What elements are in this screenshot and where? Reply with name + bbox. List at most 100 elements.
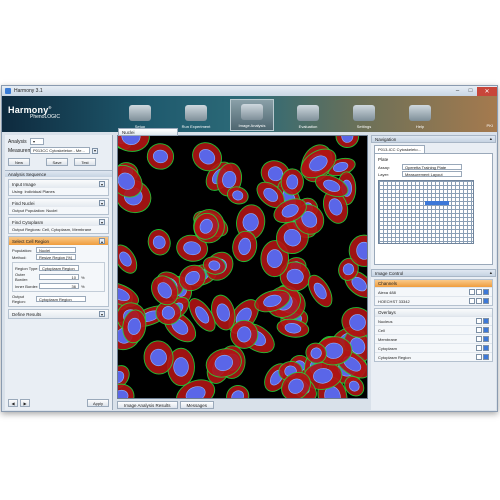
inner-border-unit: %: [81, 283, 85, 289]
chevron-down-icon[interactable]: ▾: [99, 219, 105, 225]
find-cytoplasm-block[interactable]: Find Cytoplasm ▾ Output Regions: Cell, Cy…: [8, 217, 109, 234]
input-image-using: Using: Individual Planes: [12, 189, 55, 194]
brand-product: PhenoLOGIC: [30, 114, 61, 120]
run-experiment-icon: [185, 105, 207, 121]
nav-run-experiment[interactable]: Run Experiment: [174, 99, 218, 131]
chevron-down-icon[interactable]: ▾: [92, 147, 98, 154]
color-swatch-icon[interactable]: [483, 327, 489, 333]
nav-setup[interactable]: Setup: [118, 99, 162, 131]
nav-label: Evaluation: [298, 124, 318, 129]
overlay-item[interactable]: Cytoplasm Region: [375, 352, 492, 361]
overlay-item[interactable]: Cytoplasm: [375, 343, 492, 352]
cell-image[interactable]: [101, 120, 380, 411]
apply-button[interactable]: Apply: [87, 399, 109, 407]
population-label: Population:: [12, 247, 33, 253]
checkbox[interactable]: [476, 318, 482, 324]
nav-label: Image Analysis: [238, 123, 266, 128]
test-button[interactable]: Test: [74, 158, 96, 166]
block-title: Define Results: [12, 311, 42, 317]
maximize-icon[interactable]: □: [464, 87, 477, 96]
checkbox[interactable]: [476, 354, 482, 360]
close-icon[interactable]: ✕: [477, 86, 497, 96]
checkbox[interactable]: [476, 345, 482, 351]
color-swatch-icon[interactable]: [483, 336, 489, 342]
color-swatch-icon[interactable]: [483, 318, 489, 324]
analysis-select[interactable]: ▾: [30, 138, 44, 145]
right-panel: Navigation ▴ P013-ICC Cytoskeleto... Plat…: [371, 135, 496, 410]
cell: [147, 229, 171, 256]
channel-label: Alexa 488: [378, 289, 396, 295]
previous-icon[interactable]: ◀: [8, 399, 18, 407]
overlay-item[interactable]: Cell: [375, 325, 492, 334]
checkbox[interactable]: [476, 327, 482, 333]
layer-select[interactable]: Measurement Layout: [402, 171, 462, 177]
method-select[interactable]: Resize Region [%]: [36, 254, 76, 260]
selected-well[interactable]: [425, 201, 449, 205]
window-title: Harmony 3.1: [14, 88, 43, 94]
bottom-tab-image-analysis-results[interactable]: Image Analysis Results: [117, 401, 178, 409]
assay-select[interactable]: Operetta Training Plate: [402, 164, 462, 170]
navigation-tab[interactable]: P013-ICC Cytoskeleto...: [374, 145, 425, 153]
color-swatch-icon[interactable]: [483, 345, 489, 351]
nav-image-analysis[interactable]: Image Analysis: [230, 99, 274, 131]
nav-settings[interactable]: Settings: [342, 99, 386, 131]
checkbox[interactable]: [476, 298, 482, 304]
output-region-input[interactable]: Cytoplasm Region: [36, 296, 86, 302]
new-button[interactable]: New: [8, 158, 30, 166]
cell: [335, 124, 360, 148]
chevron-up-icon[interactable]: ▴: [99, 238, 105, 244]
select-cell-region-block[interactable]: Select Cell Region ▴ Population: Nuclei Me…: [8, 236, 109, 307]
method-label: Method:: [12, 254, 27, 260]
block-title: Select Cell Region: [12, 238, 50, 244]
nav-help[interactable]: Help: [398, 99, 442, 131]
collapse-icon[interactable]: ▴: [490, 270, 492, 276]
measurement-label: Measurement: [8, 147, 39, 154]
channel-item[interactable]: HOECHST 33342: [375, 296, 492, 305]
nav-evaluation[interactable]: Evaluation: [286, 99, 330, 131]
next-icon[interactable]: ▶: [20, 399, 30, 407]
checkbox[interactable]: [476, 289, 482, 295]
input-image-block[interactable]: Input Image ▾ Using: Individual Planes: [8, 179, 109, 196]
channel-item[interactable]: Alexa 488: [375, 287, 492, 296]
minimize-icon[interactable]: –: [451, 87, 464, 96]
image-tab[interactable]: Nuclei: [118, 128, 178, 136]
output-regions-label: Output Regions:: [12, 227, 41, 232]
plate-label: Plate: [378, 157, 389, 162]
overlay-label: Cytoplasm Region: [378, 354, 411, 360]
title-bar: Harmony 3.1 – □ ✕: [2, 86, 497, 96]
inner-border-input[interactable]: 36: [39, 283, 79, 289]
color-swatch-icon[interactable]: [483, 289, 489, 295]
region-type-label: Region Type:: [15, 265, 39, 271]
outer-border-label: Outer Border:: [15, 272, 29, 282]
nav-label: Settings: [356, 124, 372, 129]
save-button[interactable]: Save: [46, 158, 68, 166]
measurement-select[interactable]: P013CC Cytoskeleton - Me...: [30, 147, 90, 154]
overlay-item[interactable]: Nucleus: [375, 316, 492, 325]
output-population-label: Output Population:: [12, 208, 46, 213]
chevron-down-icon[interactable]: ▾: [99, 200, 105, 206]
plate-well-grid[interactable]: [378, 180, 474, 244]
region-type-select[interactable]: Cytoplasm Region: [39, 265, 79, 271]
checkbox[interactable]: [469, 289, 475, 295]
bottom-tab-messages[interactable]: Messages: [179, 401, 215, 409]
overlay-item[interactable]: Membrane: [375, 334, 492, 343]
image-control-header: Image Control ▴: [371, 269, 496, 277]
image-viewer[interactable]: Nuclei: [101, 120, 380, 411]
population-select[interactable]: Nuclei: [36, 247, 76, 253]
find-nuclei-block[interactable]: Find Nuclei ▾ Output Population: Nuclei: [8, 198, 109, 215]
cell: [113, 244, 138, 274]
chevron-down-icon[interactable]: ▾: [99, 311, 105, 317]
checkbox[interactable]: [476, 336, 482, 342]
chevron-down-icon[interactable]: ▾: [99, 181, 105, 187]
outer-border-input[interactable]: 10: [39, 274, 79, 280]
collapse-icon[interactable]: ▴: [490, 136, 492, 142]
color-swatch-icon[interactable]: [483, 298, 489, 304]
output-population-value: Nuclei: [46, 208, 58, 213]
define-results-block[interactable]: Define Results ▾: [8, 309, 109, 319]
header-banner: Harmony® PhenoLOGIC Setup Run Experiment I…: [2, 96, 497, 132]
color-swatch-icon[interactable]: [483, 354, 489, 360]
nav-label: Run Experiment: [181, 124, 211, 129]
checkbox[interactable]: [469, 298, 475, 304]
app-icon: [5, 88, 11, 94]
overlay-label: Membrane: [378, 336, 398, 342]
